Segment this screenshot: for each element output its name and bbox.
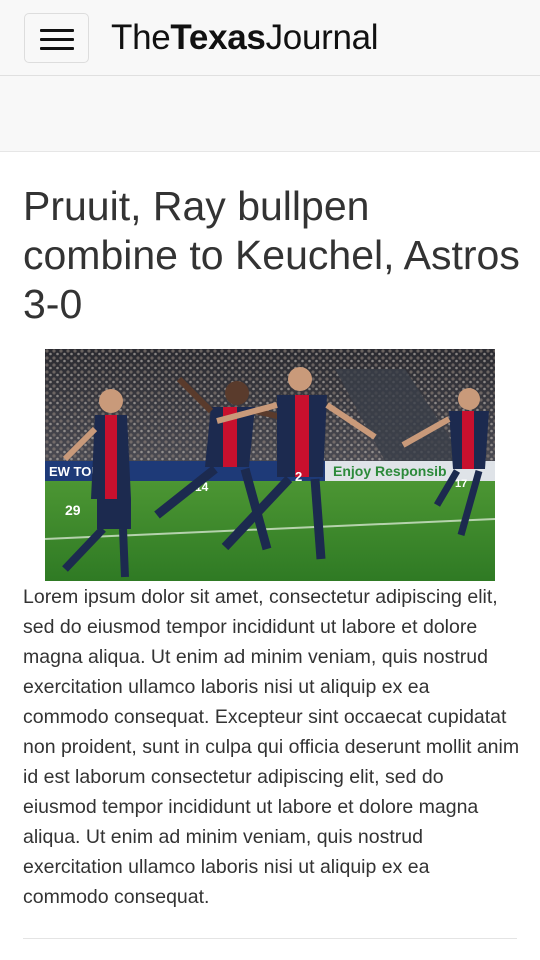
brand-bold: Texas (170, 18, 266, 57)
secondary-nav-bar (0, 76, 540, 152)
jersey-number-4: 17 (455, 478, 467, 490)
top-navbar: TheTexasJournal (0, 0, 540, 76)
jersey-number-3: 2 (295, 469, 302, 484)
brand-suffix: Journal (265, 18, 379, 57)
hamburger-menu-icon (40, 29, 74, 32)
article-body: Lorem ipsum dolor sit amet, consectetur … (23, 586, 520, 908)
content-divider (23, 938, 517, 939)
hamburger-menu-button[interactable] (24, 13, 89, 63)
article-headline: Pruuit, Ray bullpen combine to Keuchel, … (23, 183, 520, 327)
hamburger-menu-icon (40, 38, 74, 41)
brand-prefix: The (111, 18, 171, 57)
jersey-number-1: 29 (65, 502, 81, 518)
banner-text-right: Enjoy Responsib (333, 463, 447, 479)
hamburger-menu-icon (40, 47, 74, 50)
site-logo-link[interactable]: TheTexasJournal (111, 16, 379, 60)
article-photo-svg: EW TOUR Enjoy Responsib 29 14 2 17 (45, 349, 495, 581)
article: Pruuit, Ray bullpen combine to Keuchel, … (23, 182, 520, 912)
article-photo: EW TOUR Enjoy Responsib 29 14 2 17 (45, 349, 495, 581)
